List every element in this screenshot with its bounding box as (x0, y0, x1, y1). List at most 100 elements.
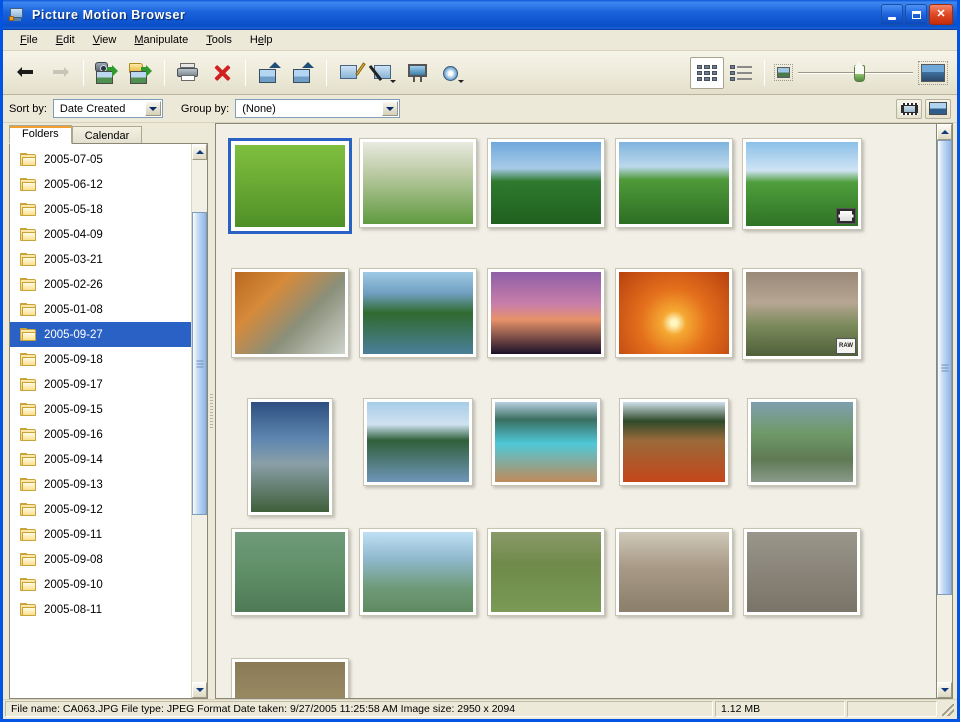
menu-help[interactable]: Help (241, 32, 282, 48)
thumbnail-dog-puppy-in-grass[interactable] (228, 138, 352, 234)
thumbnail-stonechat-on-twig[interactable] (743, 528, 861, 616)
folder-tree-item[interactable]: 2005-05-18 (10, 197, 191, 222)
menu-view[interactable]: View (84, 32, 126, 48)
thumbnail-dead-tree-portrait[interactable] (247, 398, 333, 516)
rotate-right-button[interactable] (286, 57, 320, 89)
sidebar-tabs: Folders Calendar (9, 125, 208, 144)
tab-calendar[interactable]: Calendar (71, 126, 143, 144)
folder-tree-item[interactable]: 2005-07-05 (10, 147, 191, 172)
small-thumbnail-icon[interactable] (774, 64, 793, 81)
scroll-down-button[interactable] (937, 682, 952, 698)
chevron-down-icon[interactable] (144, 101, 161, 116)
folder-tree-item[interactable]: 2005-04-09 (10, 222, 191, 247)
folder-tree-item[interactable]: 2005-09-10 (10, 572, 191, 597)
folder-tree-item[interactable]: 2005-03-21 (10, 247, 191, 272)
group-by-select[interactable]: (None) (235, 99, 401, 118)
scroll-up-button[interactable] (192, 144, 207, 160)
slider-knob[interactable] (854, 61, 865, 82)
view-list-button[interactable] (724, 57, 758, 89)
forward-button[interactable] (43, 57, 77, 89)
scroll-up-button[interactable] (937, 124, 952, 140)
folder-tree-item[interactable]: 2005-09-15 (10, 397, 191, 422)
thumbnail-purple-sunset-mountain[interactable] (487, 268, 605, 358)
menu-manipulate[interactable]: Manipulate (125, 32, 197, 48)
thumbnail-image (623, 402, 725, 482)
filmstrip-panel-button[interactable] (896, 98, 922, 119)
thumbnail-teton-lake-reflection[interactable] (363, 398, 473, 486)
chevron-down-icon[interactable] (382, 101, 399, 116)
thumbnail-wagtail-on-post[interactable] (359, 528, 477, 616)
thumbnail-autumn-leaves-stream[interactable] (231, 268, 349, 358)
thumbnail-blue-hot-spring[interactable] (491, 398, 601, 486)
thumbnail-finch-on-seedhead[interactable] (231, 528, 349, 616)
burn-disc-button[interactable] (435, 57, 469, 89)
thumbnail-image (367, 402, 469, 482)
scroll-down-button[interactable] (192, 682, 207, 698)
folder-tree-scrollbar[interactable] (191, 144, 207, 698)
folder-tree-item[interactable]: 2005-09-17 (10, 372, 191, 397)
main-toolbar (3, 51, 957, 95)
thumbnail-farmhouse-green-field[interactable] (615, 138, 733, 228)
menu-tools[interactable]: Tools (197, 32, 241, 48)
menu-edit[interactable]: Edit (47, 32, 84, 48)
thumbnail-heron-in-branches[interactable] (615, 528, 733, 616)
thumbnail-mountain-sunflower-raw[interactable]: RAW (742, 268, 862, 360)
folder-tree-item[interactable]: 2005-01-08 (10, 297, 191, 322)
edit-button[interactable] (333, 57, 367, 89)
delete-button[interactable] (205, 57, 239, 89)
thumbnail-sparrow-pink-flowers[interactable] (487, 528, 605, 616)
thumbnail-sand-dune-partial[interactable] (231, 658, 349, 698)
minimize-button[interactable] (881, 4, 903, 25)
toolbar-separator (245, 59, 246, 86)
close-button[interactable]: ✕ (929, 4, 953, 25)
large-thumbnail-icon[interactable] (918, 60, 948, 85)
thumbnail-tree-on-hill-video[interactable] (742, 138, 862, 230)
back-button[interactable] (9, 57, 43, 89)
print-button[interactable] (171, 57, 205, 89)
folder-tree-item[interactable]: 2005-06-12 (10, 172, 191, 197)
folder-tree-item[interactable]: 2005-08-11 (10, 597, 191, 622)
resize-grip-icon[interactable] (939, 701, 955, 717)
folder-tree-item[interactable]: 2005-09-27 (10, 322, 191, 347)
thumbnail-image (235, 532, 345, 612)
folder-tree-item[interactable]: 2005-09-12 (10, 497, 191, 522)
thumbnail-green-meadow-clouds[interactable] (487, 138, 605, 228)
menu-file[interactable]: File (11, 32, 47, 48)
import-from-folder-button[interactable] (124, 57, 158, 89)
folder-tree-item[interactable]: 2005-09-14 (10, 447, 191, 472)
preview-panel-button[interactable] (925, 98, 951, 119)
thumbnail-cell (482, 138, 610, 228)
import-from-camera-button[interactable] (90, 57, 124, 89)
view-grid-button[interactable] (690, 56, 724, 89)
thumbnail-cat-on-grass[interactable] (359, 138, 477, 228)
thumbnail-grid: RAW (216, 124, 936, 698)
thumbnail-orange-thermal-basin[interactable] (619, 398, 729, 486)
folder-tree-item[interactable]: 2005-09-11 (10, 522, 191, 547)
folder-tree-item[interactable]: 2005-09-18 (10, 347, 191, 372)
thumbnail-scrollbar[interactable] (937, 123, 953, 699)
scroll-thumb[interactable] (937, 140, 952, 596)
folder-tree-item[interactable]: 2005-02-26 (10, 272, 191, 297)
folder-tree-item[interactable]: 2005-09-16 (10, 422, 191, 447)
pane-splitter[interactable] (208, 123, 215, 699)
folder-tree-item[interactable]: 2005-09-08 (10, 547, 191, 572)
sort-by-select[interactable]: Date Created (52, 99, 163, 118)
slideshow-button[interactable] (401, 57, 435, 89)
thumbnail-bird-on-white-flowers[interactable] (747, 398, 857, 486)
thumbnail-cell (354, 528, 482, 616)
folder-icon (20, 427, 37, 442)
scroll-thumb[interactable] (192, 212, 207, 515)
tab-folders[interactable]: Folders (9, 125, 72, 144)
rotate-left-button[interactable] (252, 57, 286, 89)
thumbnail-size-slider[interactable] (798, 61, 913, 82)
group-by-value: (None) (242, 102, 276, 115)
restore-button[interactable] (905, 4, 927, 25)
scroll-track[interactable] (937, 140, 952, 682)
retouch-button[interactable] (367, 57, 401, 89)
thumbnail-orange-sunset[interactable] (615, 268, 733, 358)
thumbnail-mountain-lake-reflection[interactable] (359, 268, 477, 358)
folder-label: 2005-09-12 (44, 503, 103, 516)
folder-icon (20, 202, 37, 217)
scroll-track[interactable] (192, 160, 207, 682)
folder-tree-item[interactable]: 2005-09-13 (10, 472, 191, 497)
